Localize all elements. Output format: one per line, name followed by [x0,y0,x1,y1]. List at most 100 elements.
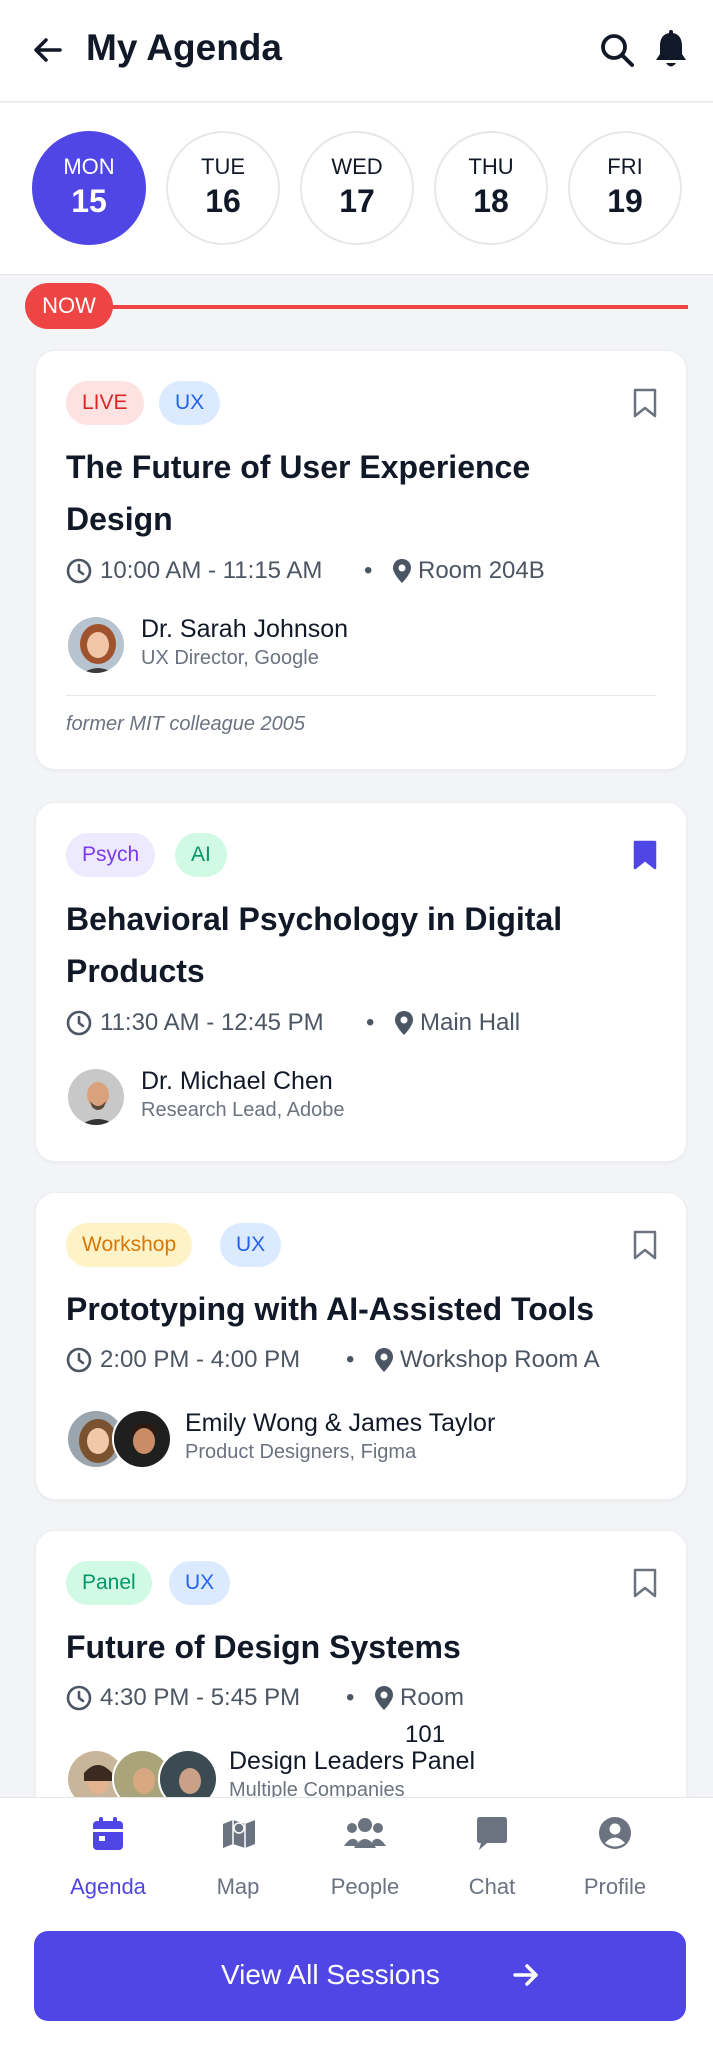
day-number: 16 [205,183,241,219]
tag-workshop: Workshop [66,1223,193,1267]
meta-separator: • [346,1684,355,1711]
view-all-sessions-button[interactable]: View All Sessions [34,1931,686,2021]
speaker-name: Dr. Michael Chen [141,1067,333,1095]
day-name: FRI [607,154,643,179]
people-icon [344,1818,386,1848]
nav-label: Chat [468,1874,516,1899]
location-pin-icon [393,559,411,583]
notifications-button[interactable] [652,29,690,71]
bell-icon [656,30,686,67]
tag-ux: UX [220,1223,282,1267]
clock-icon [66,558,92,584]
location-pin-icon [375,1348,393,1372]
arrow-right-icon [513,1964,538,1986]
session-card[interactable]: Panel UX Future of Design Systems 4:30 P… [35,1530,687,1830]
day-number: 19 [607,183,643,219]
session-title: The Future of User Experience Design [66,449,531,537]
clock-icon [66,1347,92,1373]
session-time: 4:30 PM - 5:45 PM [100,1684,301,1711]
session-title: Behavioral Psychology in Digital Product… [66,901,563,989]
day-mon[interactable]: MON 15 [32,131,146,245]
nav-label: Map [216,1874,260,1899]
bottom-nav: Agenda Map People Chat Profile View All … [0,1797,713,2048]
speaker-role: Product Designers, Figma [185,1441,417,1463]
session-time: 2:00 PM - 4:00 PM [100,1346,301,1373]
session-title: Future of Design Systems [66,1629,461,1665]
speaker-name: Dr. Sarah Johnson [141,615,349,643]
tag-ux: UX [159,381,221,425]
session-location-extra: 101 [405,1721,446,1748]
search-button[interactable] [597,30,637,70]
session-location: Room [400,1684,465,1711]
calendar-icon [93,1817,123,1850]
day-number: 17 [339,183,375,219]
bookmark-icon[interactable] [632,1229,658,1261]
avatar [66,1067,126,1127]
location-pin-icon [395,1011,413,1035]
speaker-role: UX Director, Google [141,647,319,669]
bookmark-icon[interactable] [632,387,658,419]
now-line [90,305,688,309]
day-tue[interactable]: TUE 16 [166,131,280,245]
nav-profile[interactable]: Profile [555,1816,675,1906]
session-location: Room 204B [418,557,545,584]
map-icon [223,1820,255,1848]
day-number: 15 [71,183,107,219]
session-card[interactable]: Psych AI Behavioral Psychology in Digita… [35,802,687,1162]
tag-panel: Panel [66,1561,152,1605]
bookmark-icon[interactable] [632,1567,658,1599]
page-title: My Agenda [86,27,282,68]
back-button[interactable] [28,30,68,70]
day-wed[interactable]: WED 17 [300,131,414,245]
session-time: 11:30 AM - 12:45 PM [100,1009,324,1036]
arrow-left-icon [34,38,62,62]
session-time: 10:00 AM - 11:15 AM [100,557,323,584]
divider [66,695,656,696]
now-badge: NOW [25,283,113,329]
tag-psych: Psych [66,833,156,877]
search-icon [601,34,634,67]
day-name: MON [63,154,115,179]
session-title: Prototyping with AI-Assisted Tools [66,1291,594,1327]
day-selector: MON 15 TUE 16 WED 17 THU 18 FRI 19 [0,103,713,275]
nav-label: People [330,1874,400,1899]
clock-icon [66,1010,92,1036]
nav-people[interactable]: People [305,1816,425,1906]
session-meta: 2:00 PM - 4:00 PM • Workshop Room A [66,1345,666,1375]
session-location: Workshop Room A [400,1346,600,1373]
day-name: TUE [201,154,245,179]
session-location: Main Hall [420,1009,521,1036]
day-number: 18 [473,183,509,219]
bookmark-filled-icon[interactable] [632,839,658,871]
session-meta: 10:00 AM - 11:15 AM • Room 204B [66,556,586,586]
avatar [112,1409,172,1469]
nav-map[interactable]: Map [178,1816,298,1906]
session-note: former MIT colleague 2005 [66,713,306,735]
profile-icon [599,1817,631,1849]
day-name: WED [331,154,383,179]
session-card[interactable]: LIVE UX The Future of User Experience De… [35,350,687,770]
meta-separator: • [346,1346,355,1373]
day-thu[interactable]: THU 18 [434,131,548,245]
location-pin-icon [375,1686,393,1710]
speaker-role: Research Lead, Adobe [141,1099,345,1121]
nav-agenda[interactable]: Agenda [48,1816,168,1906]
day-name: THU [468,154,514,179]
session-meta: 4:30 PM - 5:45 PM • Room [66,1683,666,1713]
tag-live: LIVE [66,381,144,425]
meta-separator: • [366,1009,375,1036]
meta-separator: • [364,557,373,584]
chat-icon [477,1817,507,1850]
speaker-name: Design Leaders Panel [229,1747,475,1775]
app-header: My Agenda [0,0,713,102]
cta-label: View All Sessions [221,1959,440,1990]
speaker-name: Emily Wong & James Taylor [185,1409,496,1437]
session-meta: 11:30 AM - 12:45 PM • Main Hall [66,1008,586,1038]
nav-chat[interactable]: Chat [432,1816,552,1906]
tag-ai: AI [175,833,227,877]
nav-label: Agenda [70,1874,146,1899]
nav-label: Profile [583,1874,647,1899]
day-fri[interactable]: FRI 19 [568,131,682,245]
session-card[interactable]: Workshop UX Prototyping with AI-Assisted… [35,1192,687,1500]
tag-ux: UX [169,1561,231,1605]
